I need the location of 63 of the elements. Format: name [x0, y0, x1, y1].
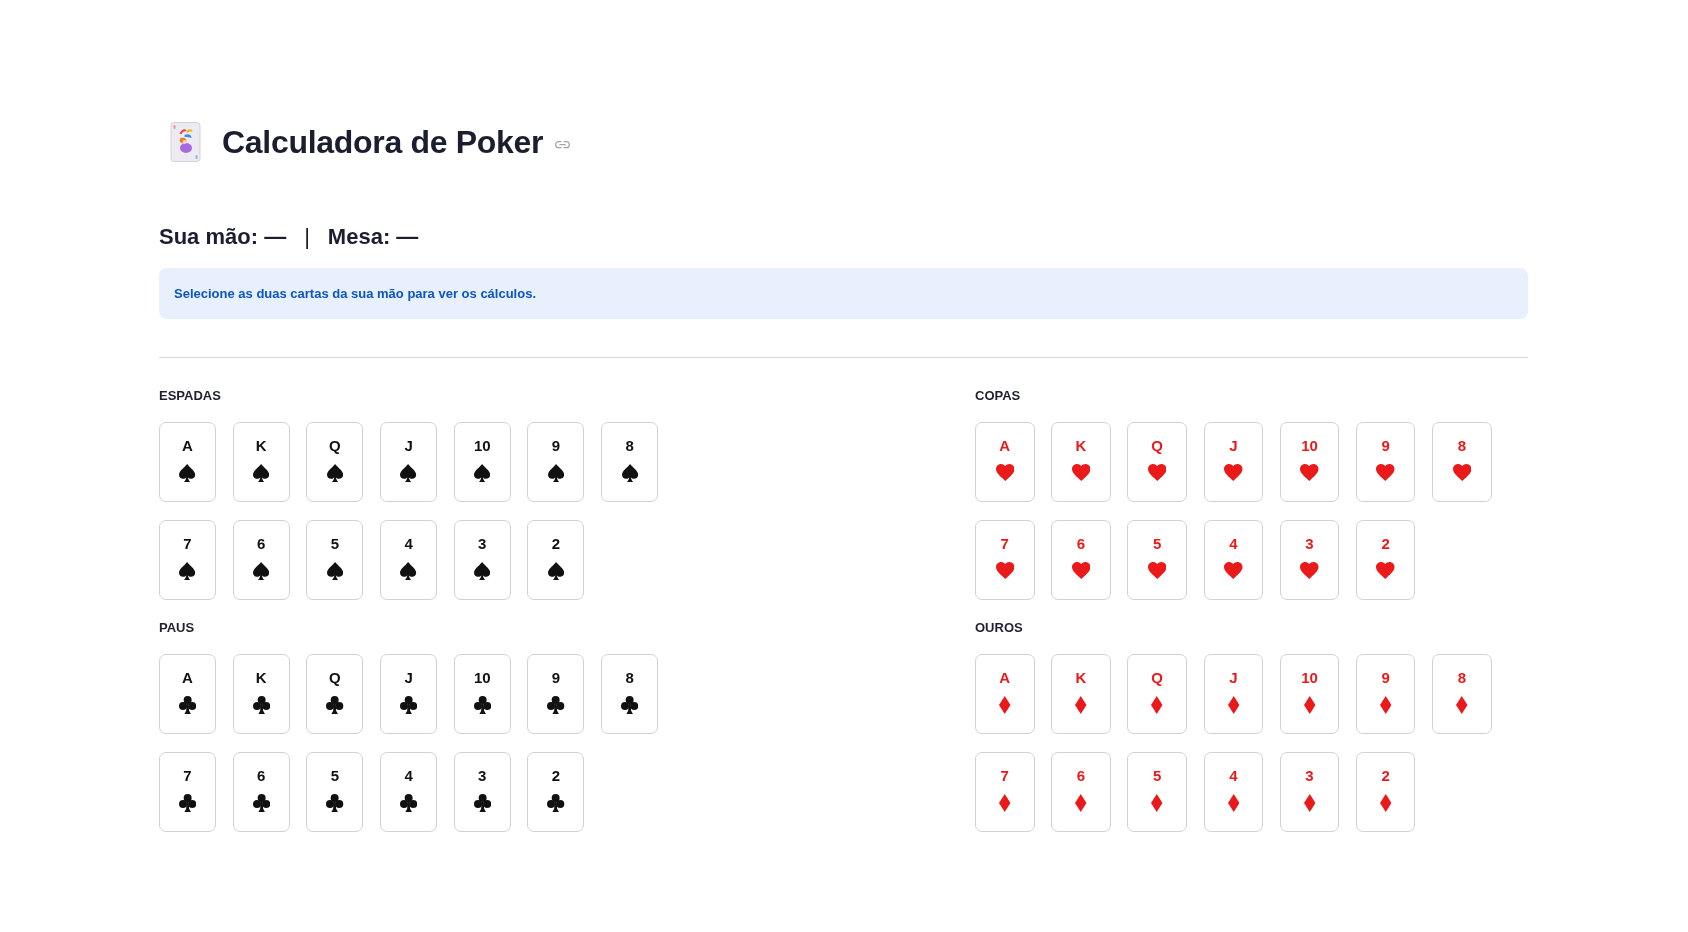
playing-card[interactable]: 10	[453, 654, 511, 734]
playing-card[interactable]: 3	[453, 520, 511, 600]
playing-card[interactable]: K	[1051, 422, 1111, 502]
playing-card[interactable]: 10	[453, 422, 511, 502]
playing-card[interactable]: 5	[1127, 752, 1187, 832]
playing-card-icon	[170, 122, 201, 162]
playing-card[interactable]: 4	[380, 520, 438, 600]
playing-card[interactable]: 8	[601, 654, 659, 734]
separator-text: |	[304, 223, 310, 251]
playing-card[interactable]: K	[232, 654, 290, 734]
playing-card[interactable]: 2	[1355, 520, 1416, 600]
playing-card[interactable]: 8	[1432, 422, 1492, 502]
playing-card[interactable]: 6	[232, 752, 290, 832]
playing-card[interactable]: 7	[159, 520, 216, 600]
info-message: Selecione as duas cartas da sua mão para ver os cálculos.	[159, 268, 1528, 319]
playing-card[interactable]: 4	[1203, 752, 1264, 832]
playing-card[interactable]: 2	[527, 752, 585, 832]
suit-heading: OUROS	[975, 619, 1023, 637]
playing-card[interactable]: 9	[1355, 422, 1416, 502]
playing-card[interactable]: J	[380, 422, 438, 502]
playing-card[interactable]: 8	[1432, 654, 1492, 734]
playing-card[interactable]: A	[975, 422, 1035, 502]
playing-card[interactable]: A	[159, 654, 216, 734]
hand-summary: Sua mão: —	[159, 223, 287, 251]
playing-card[interactable]: 3	[453, 752, 511, 832]
playing-card[interactable]: Q	[306, 654, 364, 734]
playing-card[interactable]: 3	[1279, 752, 1340, 832]
playing-card[interactable]: A	[975, 654, 1035, 734]
playing-card[interactable]: 9	[1355, 654, 1416, 734]
playing-card[interactable]: Q	[1127, 654, 1187, 734]
playing-card[interactable]: K	[232, 422, 290, 502]
playing-card[interactable]: 9	[527, 654, 585, 734]
playing-card[interactable]: J	[1203, 654, 1264, 734]
playing-card[interactable]: Q	[1127, 422, 1187, 502]
suit-heading: PAUS	[159, 619, 195, 637]
playing-card[interactable]: 4	[1203, 520, 1264, 600]
playing-card[interactable]: J	[380, 654, 438, 734]
playing-card[interactable]: 7	[975, 752, 1035, 832]
playing-card[interactable]: J	[1203, 422, 1264, 502]
playing-card[interactable]: 5	[306, 752, 364, 832]
playing-card[interactable]: 2	[1355, 752, 1416, 832]
playing-card[interactable]: 3	[1279, 520, 1340, 600]
link-icon[interactable]	[555, 141, 571, 149]
playing-card[interactable]: 6	[1051, 752, 1111, 832]
playing-card[interactable]: 9	[527, 422, 585, 502]
page-title: Calculadora de Poker	[222, 123, 544, 162]
playing-card[interactable]: 2	[527, 520, 585, 600]
playing-card[interactable]: 4	[380, 752, 438, 832]
playing-card[interactable]: 6	[1051, 520, 1111, 600]
playing-card[interactable]: K	[1051, 654, 1111, 734]
playing-card[interactable]: 10	[1279, 422, 1340, 502]
playing-card[interactable]: A	[159, 422, 216, 502]
playing-card[interactable]: 6	[232, 520, 290, 600]
playing-card[interactable]: 5	[1127, 520, 1187, 600]
suit-heading: ESPADAS	[159, 387, 221, 405]
playing-card[interactable]: 10	[1279, 654, 1340, 734]
playing-card[interactable]: 7	[159, 752, 216, 832]
playing-card[interactable]: 5	[306, 520, 364, 600]
suit-heading: COPAS	[975, 387, 1021, 405]
playing-card[interactable]: Q	[306, 422, 364, 502]
board-summary: Mesa: —	[327, 223, 419, 251]
playing-card[interactable]: 8	[601, 422, 659, 502]
playing-card[interactable]: 7	[975, 520, 1035, 600]
